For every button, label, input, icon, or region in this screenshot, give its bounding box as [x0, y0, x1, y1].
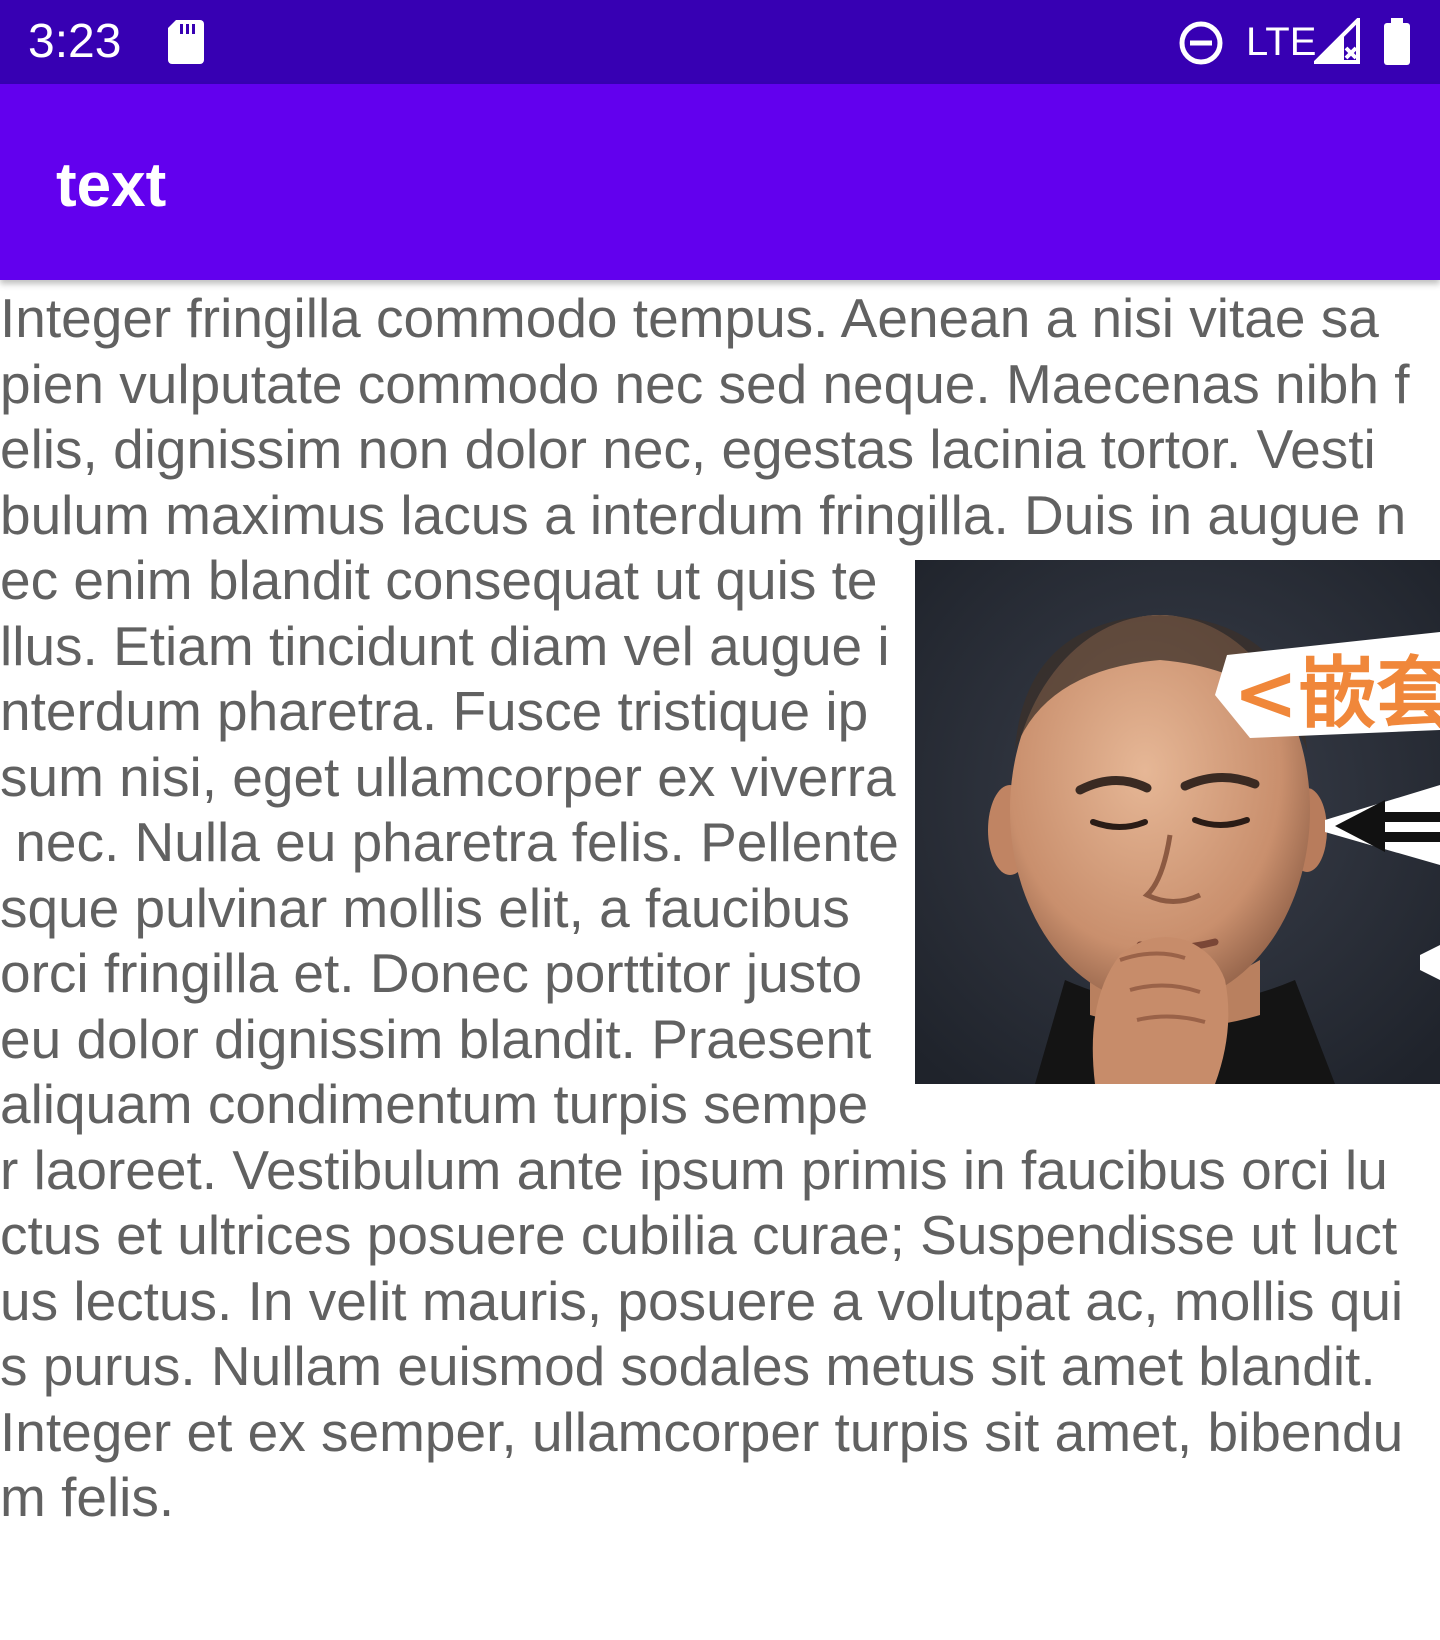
status-bar: 3:23 LTE [0, 0, 1440, 84]
app-bar: text [0, 84, 1440, 280]
cell-signal-icon [1311, 15, 1360, 69]
text-line: m felis. [0, 1466, 175, 1528]
app-title: text [56, 151, 167, 220]
text-line: elis, dignissim non dolor nec, egestas l… [0, 418, 1376, 480]
sd-card-icon [168, 20, 204, 69]
text-line: bulum maximus lacus a interdum fringilla… [0, 483, 1407, 546]
text-line: Integer fringilla commodo tempus. Aenean… [0, 287, 1379, 349]
text-line: s purus. Nullam euismod sodales metus si… [0, 1335, 1376, 1397]
battery-icon [1382, 18, 1412, 71]
text-line: Integer et ex semper, ullamcorper turpis… [0, 1400, 1404, 1463]
do-not-disturb-icon [1178, 20, 1224, 71]
text-line: r laoreet. Vestibulum ante ipsum primis … [0, 1138, 1388, 1201]
text-line: pien vulputate commodo nec sed neque. Ma… [0, 352, 1410, 415]
image-sticker-text: <嵌套 [1233, 649, 1440, 739]
network-type-label: LTE [1246, 20, 1317, 64]
inline-photo: <嵌套 [915, 560, 1440, 1084]
text-line: ctus et ultrices posuere cubilia curae; … [0, 1204, 1398, 1266]
status-time: 3:23 [28, 15, 122, 68]
text-line: us lectus. In velit mauris, posuere a vo… [0, 1269, 1404, 1332]
